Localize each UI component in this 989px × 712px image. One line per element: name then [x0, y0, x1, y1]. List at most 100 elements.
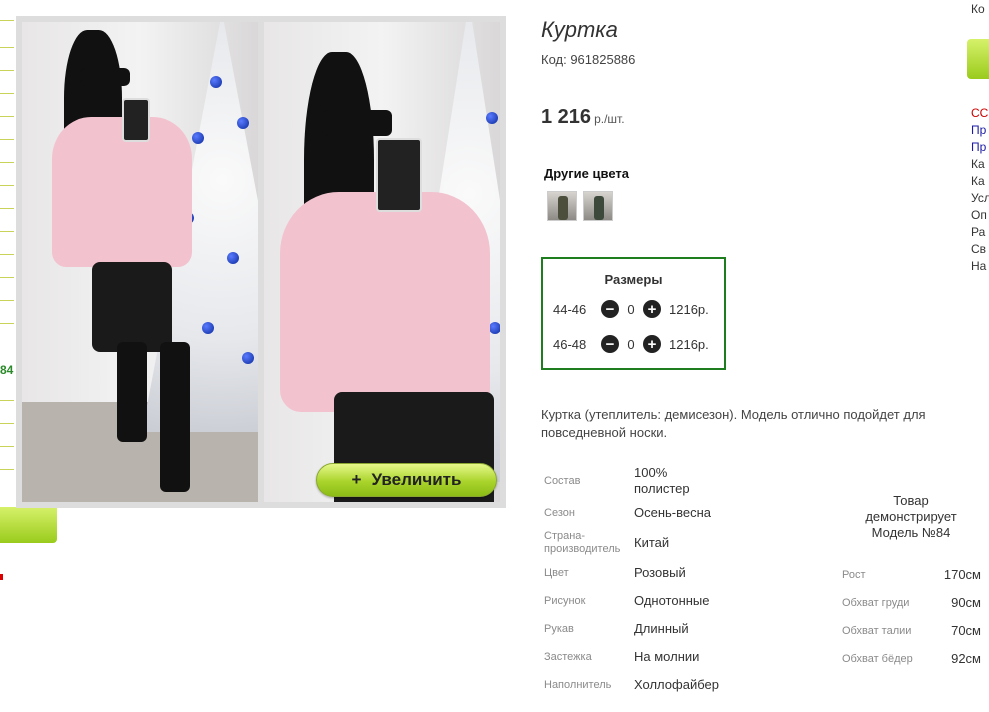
right-sidebar-link[interactable]: СС	[971, 105, 988, 122]
ornament	[486, 112, 498, 124]
size-label: 44-46	[553, 301, 587, 317]
measurement-label: Обхват груди	[842, 597, 910, 609]
right-sidebar-link[interactable]: Ка	[971, 173, 985, 190]
divider	[0, 277, 14, 278]
spec-value: Длинный	[634, 621, 689, 636]
photo-frame-left	[22, 22, 258, 502]
color-swatch-1[interactable]	[547, 191, 577, 221]
divider	[0, 139, 14, 140]
measurement-value: 70см	[951, 623, 981, 638]
price-value: 1 216	[541, 106, 592, 128]
spec-label: Сезон	[544, 507, 575, 519]
plus-icon[interactable]: +	[643, 335, 661, 353]
right-sidebar-link[interactable]: Оп	[971, 207, 987, 224]
divider	[0, 423, 14, 424]
divider	[0, 47, 14, 48]
divider	[0, 254, 14, 255]
spec-value: Холлофайбер	[634, 677, 719, 692]
size-quantity[interactable]: 0	[619, 302, 643, 317]
model-note: Товар демонстрирует Модель №84	[865, 493, 957, 540]
plus-icon: +	[351, 470, 362, 489]
measurement-value: 170см	[943, 567, 981, 582]
divider	[0, 208, 14, 209]
divider	[0, 93, 14, 94]
boot	[160, 342, 190, 492]
minus-icon[interactable]: −	[601, 300, 619, 318]
divider	[0, 300, 14, 301]
left-red-marker	[0, 574, 3, 580]
spec-value: Китай	[634, 535, 670, 550]
spec-label: Цвет	[544, 567, 569, 579]
spec-label: Страна-производитель	[544, 530, 621, 555]
size-row: 44-46 − 0 + 1216р.	[553, 300, 709, 318]
divider	[0, 116, 14, 117]
left-partial-number: 84	[0, 363, 14, 377]
product-price: 1 216 р./шт.	[541, 106, 625, 129]
size-price: 1216р.	[669, 336, 709, 352]
leggings	[92, 262, 172, 352]
ornament	[202, 322, 214, 334]
measurement-label: Обхват талии	[842, 625, 912, 637]
left-green-button[interactable]	[0, 507, 57, 543]
right-sidebar-link[interactable]: Ка	[971, 156, 985, 173]
measurement-value: 92см	[951, 651, 981, 666]
zoom-button[interactable]: + Увеличить	[316, 463, 497, 497]
divider	[0, 323, 14, 324]
spec-label: Рукав	[544, 623, 574, 635]
divider	[0, 231, 14, 232]
measurement-label: Рост	[842, 569, 866, 581]
ornament	[210, 76, 222, 88]
right-sidebar-link[interactable]: Св	[971, 241, 986, 258]
divider	[0, 185, 14, 186]
minus-icon[interactable]: −	[601, 335, 619, 353]
size-label: 46-48	[553, 336, 587, 352]
sunglasses	[322, 110, 392, 136]
ornament	[192, 132, 204, 144]
price-unit: р./шт.	[594, 112, 625, 126]
right-green-button[interactable]	[967, 39, 989, 79]
measurement-value: 90см	[951, 595, 981, 610]
ornament	[242, 352, 254, 364]
right-sidebar-link[interactable]: Пр	[971, 139, 986, 156]
spec-value: 100% полистер	[634, 465, 690, 496]
right-sidebar-link[interactable]: Ра	[971, 224, 985, 241]
product-description: Куртка (утеплитель: демисезон). Модель о…	[541, 407, 926, 440]
zoom-button-label: Увеличить	[371, 470, 462, 489]
spec-value: Однотонные	[634, 593, 710, 608]
phone	[122, 98, 150, 142]
color-swatch-2[interactable]	[583, 191, 613, 221]
right-sidebar-link[interactable]: На	[971, 258, 986, 275]
divider	[0, 446, 14, 447]
spec-label: Застежка	[544, 651, 592, 663]
other-colors-title: Другие цвета	[544, 166, 629, 181]
right-sidebar-link[interactable]: Пр	[971, 122, 986, 139]
size-row: 46-48 − 0 + 1216р.	[553, 335, 709, 353]
product-photo[interactable]	[16, 16, 506, 508]
ornament	[237, 117, 249, 129]
phone	[376, 138, 422, 212]
spec-label: Рисунок	[544, 595, 586, 607]
plus-icon[interactable]: +	[643, 300, 661, 318]
size-quantity[interactable]: 0	[619, 337, 643, 352]
divider	[0, 469, 14, 470]
sunglasses	[80, 68, 130, 86]
ornament	[489, 322, 500, 334]
spec-value: Розовый	[634, 565, 686, 580]
boot	[117, 342, 147, 442]
pink-jacket	[280, 192, 490, 412]
product-code: Код: 961825886	[541, 52, 636, 67]
photo-frame-right	[264, 22, 500, 502]
size-price: 1216р.	[669, 301, 709, 317]
sizes-title: Размеры	[604, 272, 663, 287]
swatch-figure	[558, 196, 568, 220]
divider	[0, 70, 14, 71]
divider	[0, 162, 14, 163]
right-sidebar-top-text: Ко	[971, 2, 985, 16]
spec-label: Состав	[544, 475, 581, 487]
spec-label: Наполнитель	[544, 679, 612, 691]
measurement-label: Обхват бёдер	[842, 653, 913, 665]
swatch-figure	[594, 196, 604, 220]
product-title: Куртка	[541, 17, 618, 42]
divider	[0, 400, 14, 401]
right-sidebar-link[interactable]: Усл	[971, 190, 989, 207]
